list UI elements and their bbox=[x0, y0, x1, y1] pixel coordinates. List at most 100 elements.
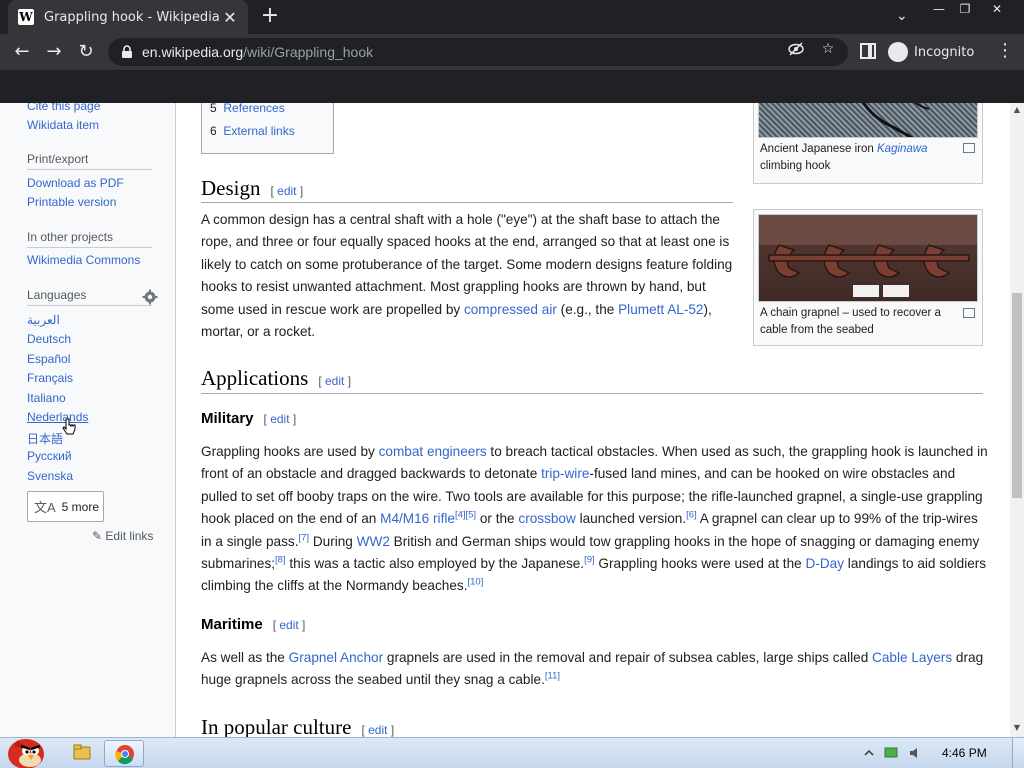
sidebar-lang-ar[interactable]: العربية bbox=[27, 313, 60, 327]
scrollbar-thumb[interactable] bbox=[1012, 293, 1022, 498]
eye-slash-icon[interactable] bbox=[787, 40, 805, 58]
sidebar-link-cite[interactable]: Cite this page bbox=[27, 103, 100, 113]
enlarge-icon[interactable] bbox=[963, 143, 975, 153]
web-page: Cite this page Wikidata item Print/expor… bbox=[0, 103, 1010, 737]
link-crossbow[interactable]: crossbow bbox=[518, 511, 575, 526]
edit-links-link[interactable]: ✎ Edit links bbox=[92, 529, 153, 543]
tab-title: Grappling hook - Wikipedia bbox=[44, 9, 220, 25]
sidebar-lang-de[interactable]: Deutsch bbox=[27, 332, 71, 346]
heading-design: Design[ edit ] bbox=[201, 176, 304, 200]
restore-icon[interactable]: ❐ bbox=[952, 0, 978, 18]
incognito-profile-button[interactable]: Incognito bbox=[888, 40, 974, 64]
sidebar-lang-es[interactable]: Español bbox=[27, 352, 70, 366]
sidebar-lang-nl[interactable]: Nederlands bbox=[27, 410, 88, 424]
tray-expand-chevron-icon[interactable] bbox=[862, 747, 876, 759]
sidebar-link-wikidata[interactable]: Wikidata item bbox=[27, 118, 99, 132]
back-arrow-icon[interactable]: ← bbox=[10, 40, 34, 64]
reload-icon[interactable]: ↻ bbox=[74, 40, 98, 64]
article-content: 5 References 6 External links Design[ ed… bbox=[176, 103, 1010, 737]
maritime-paragraph: As well as the Grapnel Anchor grapnels a… bbox=[201, 650, 984, 688]
figure-caption: A chain grapnel – used to recover a cabl… bbox=[760, 307, 941, 336]
link-d-day[interactable]: D-Day bbox=[806, 556, 845, 571]
incognito-icon bbox=[888, 42, 908, 62]
more-languages-label: 5 more bbox=[61, 499, 100, 514]
close-tab-icon[interactable]: ✕ bbox=[222, 8, 238, 27]
citation[interactable]: [7] bbox=[298, 532, 309, 543]
table-of-contents: 5 References 6 External links bbox=[201, 103, 334, 154]
heading-military: Military[ edit ] bbox=[201, 410, 297, 427]
network-icon[interactable] bbox=[884, 747, 898, 759]
toolbar-gap bbox=[0, 70, 1024, 103]
scroll-up-arrow-icon[interactable]: ▲ bbox=[1012, 105, 1022, 117]
divider bbox=[27, 305, 152, 306]
bookmark-star-icon[interactable]: ☆ bbox=[819, 40, 837, 58]
enlarge-icon[interactable] bbox=[963, 308, 975, 318]
sidebar-lang-sv[interactable]: Svenska bbox=[27, 469, 73, 483]
wiki-sidebar: Cite this page Wikidata item Print/expor… bbox=[0, 103, 176, 737]
toc-item-references[interactable]: 5 References bbox=[210, 103, 285, 115]
tab-strip: W Grappling hook - Wikipedia ✕ + ⌄ — ❐ ✕ bbox=[0, 0, 1024, 34]
link-cable-layers[interactable]: Cable Layers bbox=[872, 650, 952, 665]
heading-applications: Applications[ edit ] bbox=[201, 366, 352, 390]
more-vert-icon[interactable]: ⋮ bbox=[996, 42, 1014, 60]
link-trip-wire[interactable]: trip-wire bbox=[541, 466, 589, 481]
speaker-icon[interactable] bbox=[908, 747, 922, 759]
edit-section-link[interactable]: [ edit ] bbox=[264, 412, 297, 426]
start-button-angry-bird-icon[interactable] bbox=[4, 730, 48, 768]
tab-search-chevron-icon[interactable]: ⌄ bbox=[896, 8, 908, 24]
heading-popular-culture: In popular culture[ edit ] bbox=[201, 715, 395, 737]
figure-kaginawa: Ancient Japanese iron Kaginawa climbing h… bbox=[753, 103, 983, 184]
new-tab-button[interactable]: + bbox=[258, 5, 282, 29]
divider bbox=[27, 247, 152, 248]
browser-tab[interactable]: W Grappling hook - Wikipedia ✕ bbox=[8, 0, 248, 34]
edit-section-link[interactable]: [ edit ] bbox=[273, 618, 306, 632]
citation[interactable]: [6] bbox=[686, 510, 697, 521]
kaginawa-image[interactable] bbox=[758, 103, 978, 138]
show-desktop-button[interactable] bbox=[1012, 738, 1024, 768]
clock-time[interactable]: 4:46 PM bbox=[942, 746, 987, 760]
citation[interactable]: [10] bbox=[467, 577, 483, 588]
taskbar-file-explorer-button[interactable] bbox=[62, 740, 102, 767]
heading-maritime: Maritime[ edit ] bbox=[201, 616, 306, 633]
forward-arrow-icon[interactable]: → bbox=[42, 40, 66, 64]
citation[interactable]: [9] bbox=[584, 555, 595, 566]
side-panel-icon[interactable] bbox=[860, 43, 876, 59]
divider bbox=[27, 169, 152, 170]
taskbar-chrome-button[interactable] bbox=[104, 740, 144, 767]
sidebar-link-printable[interactable]: Printable version bbox=[27, 195, 116, 209]
scroll-down-arrow-icon[interactable]: ▼ bbox=[1012, 723, 1022, 735]
edit-section-link[interactable]: [ edit ] bbox=[361, 723, 394, 737]
design-paragraph: A common design has a central shaft with… bbox=[201, 212, 733, 340]
edit-section-link[interactable]: [ edit ] bbox=[318, 374, 351, 388]
address-bar[interactable]: en.wikipedia.org/wiki/Grappling_hook bbox=[108, 38, 848, 66]
close-window-icon[interactable]: ✕ bbox=[984, 0, 1010, 18]
figure-caption: Ancient Japanese iron Kaginawa climbing h… bbox=[760, 143, 928, 172]
citation[interactable]: [11] bbox=[545, 671, 560, 682]
translate-icon: 文A bbox=[34, 500, 56, 515]
edit-section-link[interactable]: [ edit ] bbox=[271, 184, 304, 198]
incognito-label: Incognito bbox=[914, 44, 975, 60]
divider bbox=[201, 202, 733, 203]
link-plumett[interactable]: Plumett AL-52 bbox=[618, 302, 703, 317]
minimize-icon[interactable]: — bbox=[926, 0, 952, 18]
link-kaginawa[interactable]: Kaginawa bbox=[877, 143, 928, 155]
citation[interactable]: [8] bbox=[275, 555, 286, 566]
chain-grapnel-image[interactable] bbox=[758, 214, 978, 302]
gear-icon[interactable] bbox=[142, 289, 158, 305]
link-ww2[interactable]: WW2 bbox=[357, 534, 390, 549]
sidebar-link-commons[interactable]: Wikimedia Commons bbox=[27, 253, 140, 267]
sidebar-lang-ru[interactable]: Русский bbox=[27, 449, 72, 463]
sidebar-link-download-pdf[interactable]: Download as PDF bbox=[27, 176, 124, 190]
more-languages-button[interactable]: 文A 5 more bbox=[27, 491, 104, 522]
citation[interactable]: [4][5] bbox=[455, 510, 476, 521]
link-combat-engineers[interactable]: combat engineers bbox=[379, 444, 487, 459]
link-compressed-air[interactable]: compressed air bbox=[464, 302, 557, 317]
link-grapnel-anchor[interactable]: Grapnel Anchor bbox=[289, 650, 383, 665]
toc-item-external-links[interactable]: 6 External links bbox=[210, 124, 295, 138]
link-m4-m16-rifle[interactable]: M4/M16 rifle bbox=[380, 511, 455, 526]
sidebar-lang-fr[interactable]: Français bbox=[27, 371, 73, 385]
military-paragraph: Grappling hooks are used by combat engin… bbox=[201, 444, 988, 594]
sidebar-lang-it[interactable]: Italiano bbox=[27, 391, 66, 405]
sidebar-lang-ja[interactable]: 日本語 bbox=[27, 430, 63, 447]
page-scrollbar[interactable]: ▲ ▼ bbox=[1010, 103, 1024, 737]
